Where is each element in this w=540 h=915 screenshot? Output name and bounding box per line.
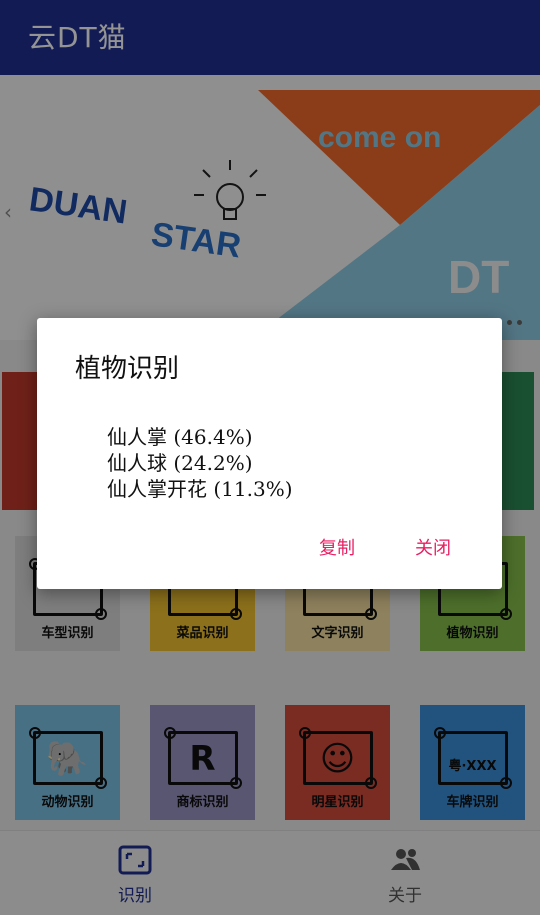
copy-button[interactable]: 复制: [319, 534, 355, 560]
close-button[interactable]: 关闭: [415, 534, 451, 560]
result-list: 仙人掌 (46.4%) 仙人球 (24.2%) 仙人掌开花 (11.3%): [107, 424, 293, 502]
result-item: 仙人掌开花 (11.3%): [107, 477, 293, 501]
result-item: 仙人球 (24.2%): [107, 451, 253, 475]
result-item: 仙人掌 (46.4%): [107, 425, 253, 449]
plant-result-dialog: 植物识别 仙人掌 (46.4%) 仙人球 (24.2%) 仙人掌开花 (11.3…: [37, 318, 502, 589]
dialog-title: 植物识别: [75, 354, 180, 384]
